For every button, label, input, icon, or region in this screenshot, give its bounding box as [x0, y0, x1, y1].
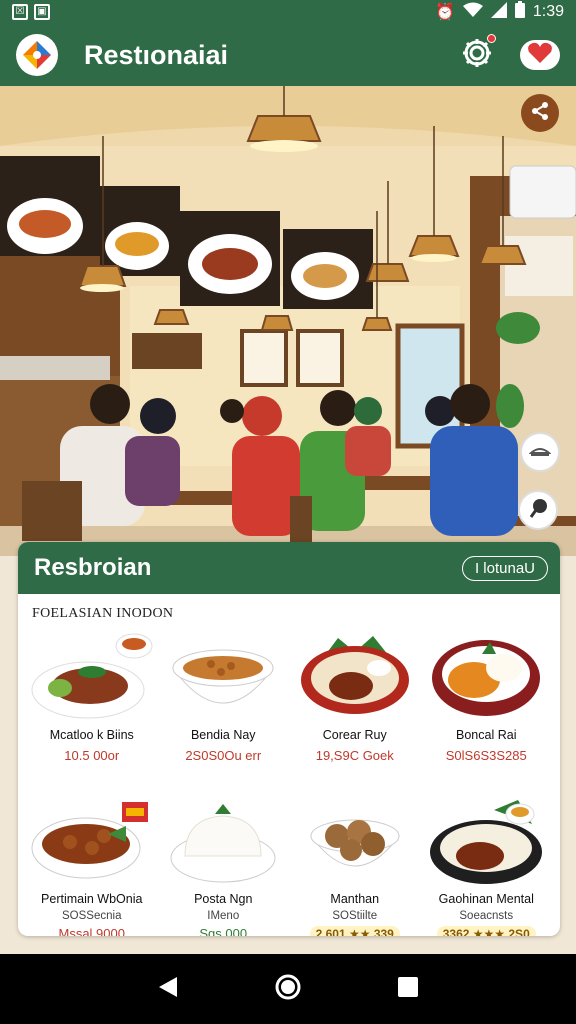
- heart-icon: [527, 42, 553, 69]
- menu-item[interactable]: Mcatloo k Biins 10.5 00or: [26, 622, 158, 790]
- item-name: Posta Ngn: [194, 892, 253, 906]
- signal-icon: [490, 1, 507, 23]
- item-rating: 3362 ★★★ 2S0: [436, 926, 536, 936]
- menu-item[interactable]: Bendia Nay 2S0S0Ou err: [158, 622, 290, 790]
- home-icon[interactable]: [274, 973, 302, 1006]
- battery-icon: [514, 1, 525, 23]
- wifi-icon: [462, 2, 483, 23]
- chat-icon: [527, 497, 549, 524]
- item-name: Pertimain WbOnia: [41, 892, 143, 906]
- item-name: Manthan: [330, 892, 380, 906]
- settings-gear-icon[interactable]: [460, 33, 496, 75]
- app-logo-icon[interactable]: [16, 34, 58, 76]
- dish-image: [430, 800, 543, 884]
- restaurant-menu-card: Resbroian I lotunaU FOELASIAN INODON Mca…: [18, 542, 560, 936]
- system-nav-bar: [0, 954, 576, 1024]
- item-subtitle: SOSSecnia: [62, 910, 122, 922]
- card-title: Resbroian: [34, 554, 152, 581]
- share-icon: [530, 101, 550, 126]
- item-price: 10.5 00or: [64, 748, 120, 763]
- favorites-button[interactable]: [520, 40, 560, 70]
- menu-item[interactable]: Corear Ruy 19,S9C Goek: [289, 622, 421, 790]
- card-header: Resbroian I lotunaU: [18, 542, 560, 594]
- gallery-notification-icon: ▣: [34, 4, 50, 20]
- item-subtitle: SOStiilte: [332, 910, 378, 922]
- item-rating: 2.601 ★★ 339: [309, 926, 400, 936]
- card-pill-button[interactable]: I lotunaU: [461, 555, 548, 581]
- chat-button[interactable]: [518, 490, 558, 530]
- menu-item[interactable]: Boncal Rai S0lS6S3S285: [421, 622, 553, 790]
- share-button[interactable]: [521, 94, 559, 132]
- dish-image: [432, 640, 541, 716]
- menu-grid: Mcatloo k Biins 10.5 00or Bendia Nay 2S0…: [18, 622, 560, 936]
- dish-image: [31, 633, 153, 719]
- dish-image: [170, 804, 276, 883]
- menu-item[interactable]: Manthan SOStiilte 2.601 ★★ 339: [289, 790, 421, 936]
- menu-item[interactable]: Pertimain WbOnia SOSSecnia Mssal 9000: [26, 790, 158, 936]
- alarm-icon: ⏰: [434, 4, 455, 21]
- item-subtitle: Soeacnsts: [459, 910, 514, 922]
- item-subtitle: IMeno: [207, 910, 240, 922]
- clock: 1:39: [532, 3, 564, 20]
- section-label: FOELASIAN INODON: [32, 606, 174, 621]
- item-name: Boncal Rai: [456, 728, 517, 742]
- item-name: Corear Ruy: [322, 728, 387, 742]
- dish-image: [31, 802, 148, 879]
- item-price: 2S0S0Ou err: [185, 748, 262, 763]
- dish-image: [300, 636, 409, 714]
- cake-icon-button[interactable]: [520, 432, 560, 472]
- app-title: Restıonaiai: [84, 39, 229, 70]
- back-icon[interactable]: [157, 975, 179, 1004]
- item-name: Mcatloo k Biins: [49, 728, 134, 742]
- item-price: Mssal 9000: [58, 926, 125, 936]
- status-bar: ☒ ▣ ⏰ 1:39: [0, 0, 576, 24]
- dish-image: [172, 649, 275, 704]
- item-price: S0lS6S3S285: [445, 748, 527, 763]
- item-name: Bendia Nay: [190, 728, 256, 742]
- item-name: Gaohinan Mental: [438, 892, 534, 906]
- item-price: Sgs 000: [199, 926, 248, 936]
- app-bar: Restıonaiai: [0, 24, 576, 86]
- restaurant-hero-illustration: [0, 86, 576, 556]
- menu-item[interactable]: Posta Ngn IMeno Sgs 000: [158, 790, 290, 936]
- item-price: 19,S9C Goek: [315, 748, 394, 763]
- notification-icon: ☒: [12, 4, 28, 20]
- cake-icon: [528, 439, 552, 466]
- recents-icon[interactable]: [397, 976, 419, 1003]
- dish-image: [309, 819, 400, 867]
- menu-item[interactable]: Gaohinan Mental Soeacnsts 3362 ★★★ 2S0: [421, 790, 553, 936]
